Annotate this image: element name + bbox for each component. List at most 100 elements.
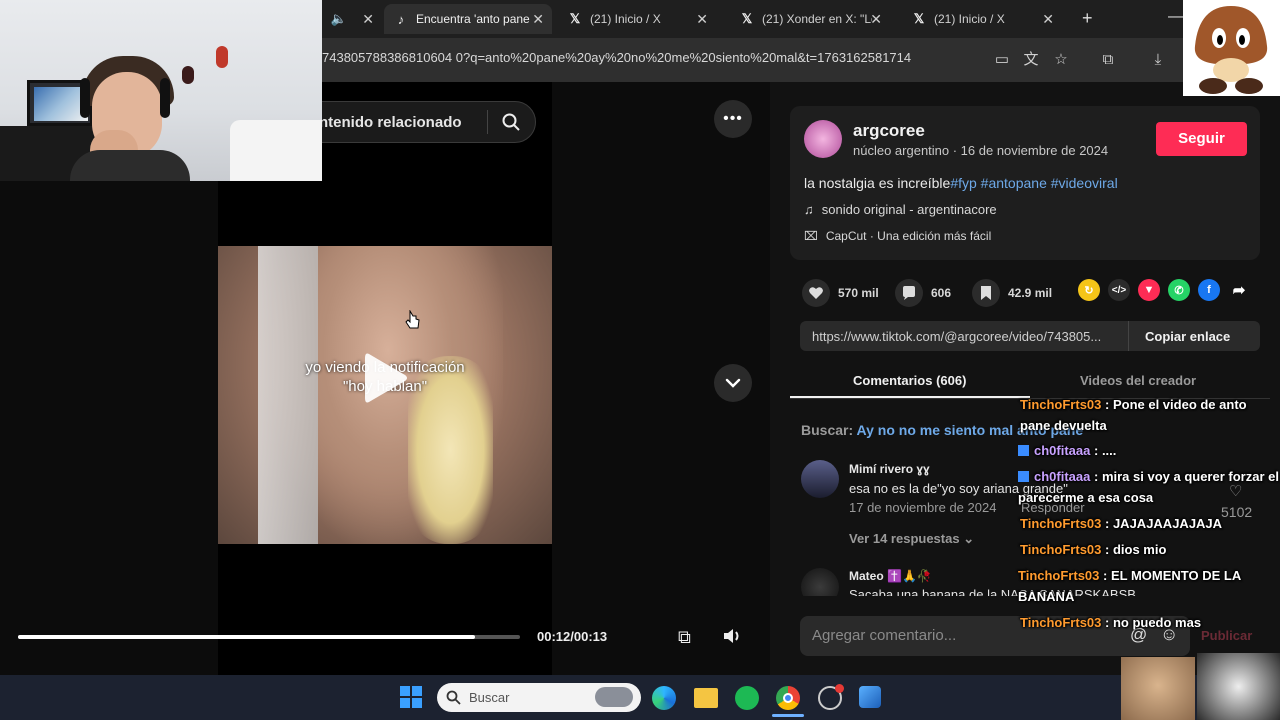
chevron-down-icon: [725, 378, 741, 388]
sound-row[interactable]: ♫ sonido original - argentinacore: [804, 202, 997, 217]
close-icon[interactable]: ✕: [870, 11, 882, 28]
tab-title: (21) Xonder en X: "Lo: [762, 12, 872, 26]
close-icon[interactable]: ✕: [1042, 11, 1054, 28]
likes-count: 570 mil: [838, 286, 879, 300]
tab-title: Encuentra 'anto pane: [416, 12, 530, 26]
post-description: la nostalgia es increíble#fyp #antopane …: [804, 175, 1118, 191]
active-app-indicator: [772, 714, 804, 717]
comment-user[interactable]: Mateo ✝️🙏🥀: [849, 569, 932, 583]
comment-date: 17 de noviembre de 2024: [849, 500, 997, 515]
app-icon[interactable]: [818, 684, 844, 710]
browser-tab-bar: 🔈 ✕ ♪ Encuentra 'anto pane ✕ 𝕏 (21) Inic…: [322, 0, 1280, 38]
avatar[interactable]: [804, 120, 842, 158]
webcam-overlay: [0, 0, 322, 181]
close-icon[interactable]: ✕: [696, 11, 708, 28]
video-frame[interactable]: yo viendo la notificación "hoy hablan": [218, 246, 552, 544]
more-options-button[interactable]: •••: [714, 100, 752, 138]
search-icon[interactable]: [501, 112, 521, 132]
saves-count: 42.9 mil: [1008, 286, 1053, 300]
chat-message: ch0fitaaa : mira si voy a querer forzar …: [1018, 466, 1280, 508]
address-bar: 743805788386810604 0?q=anto%20pane%20ay%…: [322, 38, 1280, 82]
send-icon[interactable]: ▼: [1138, 279, 1160, 301]
browser-tab-tiktok[interactable]: ♪ Encuentra 'anto pane ✕: [384, 4, 552, 34]
heart-icon: [802, 279, 830, 307]
pip-icon[interactable]: ⧉: [678, 627, 691, 648]
comments-stat[interactable]: 606: [895, 279, 951, 307]
headphone-left: [80, 78, 90, 118]
post-subtitle: núcleo argentino · 16 de noviembre de 20…: [853, 143, 1109, 158]
goomba-overlay: [1183, 0, 1280, 96]
sub-badge-icon: [1018, 445, 1029, 456]
repost-icon[interactable]: ↻: [1078, 279, 1100, 301]
tab-comments[interactable]: Comentarios (606): [853, 373, 966, 388]
whatsapp-icon[interactable]: ✆: [1168, 279, 1190, 301]
minimize-button[interactable]: —: [1168, 8, 1184, 26]
view-replies-label: Ver 14 respuestas: [849, 531, 960, 546]
hashtag-fyp[interactable]: #fyp: [950, 175, 976, 191]
install-app-icon[interactable]: ▭: [992, 50, 1012, 70]
embed-icon[interactable]: </>: [1108, 279, 1130, 301]
comment-placeholder: Agregar comentario...: [812, 627, 957, 644]
chrome-icon[interactable]: [776, 686, 800, 710]
facebook-icon[interactable]: f: [1198, 279, 1220, 301]
video-time: 00:12/00:13: [537, 629, 608, 644]
chat-user: ch0fitaaa: [1034, 443, 1091, 458]
tab-title: (21) Inicio / X: [934, 12, 1005, 26]
spotify-icon[interactable]: [735, 686, 759, 710]
share-arrow-icon[interactable]: ➦: [1228, 279, 1250, 301]
post-link[interactable]: https://www.tiktok.com/@argcoree/video/7…: [812, 329, 1101, 344]
close-icon[interactable]: ✕: [362, 11, 374, 28]
translate-icon[interactable]: 文: [1021, 50, 1041, 70]
copy-link-button[interactable]: Copiar enlace: [1145, 329, 1230, 344]
photos-icon[interactable]: [859, 686, 881, 708]
play-icon[interactable]: [363, 350, 409, 406]
wall-decor-red: [216, 46, 228, 68]
sticker-overlay: [1121, 657, 1195, 720]
chat-text: : no puedo mas: [1105, 615, 1202, 630]
bookmark-icon: [972, 279, 1000, 307]
avatar[interactable]: [801, 568, 839, 596]
browser-tab-x-xonder[interactable]: 𝕏 (21) Xonder en X: "Lo ✕: [730, 4, 890, 34]
edge-icon[interactable]: [652, 686, 676, 710]
chat-message: TinchoFrts03 : no puedo mas: [1020, 612, 1278, 633]
browser-tab-audio[interactable]: 🔈 ✕: [322, 4, 380, 34]
post-username[interactable]: argcoree: [853, 121, 925, 141]
capcut-row[interactable]: ⌧ CapCut · Una edición más fácil: [804, 229, 991, 243]
follow-button[interactable]: Seguir: [1156, 122, 1247, 156]
extensions-icon[interactable]: ⧉: [1098, 50, 1118, 70]
download-icon[interactable]: ⤓: [1148, 50, 1168, 70]
likes-stat[interactable]: 570 mil: [802, 279, 879, 307]
volume-icon[interactable]: [722, 626, 742, 646]
divider: [487, 110, 488, 134]
related-search-text: ntenido relacionado: [319, 114, 462, 131]
hashtag-antopane[interactable]: #antopane: [981, 175, 1047, 191]
divider: [1128, 321, 1129, 351]
x-icon: 𝕏: [569, 11, 581, 26]
taskbar-search[interactable]: Buscar: [437, 683, 641, 712]
url-field[interactable]: 743805788386810604 0?q=anto%20pane%20ay%…: [322, 50, 911, 65]
windows-start-icon[interactable]: [400, 686, 422, 708]
close-icon[interactable]: ✕: [532, 11, 544, 28]
tab-creator-videos[interactable]: Videos del creador: [1080, 373, 1196, 388]
star-icon[interactable]: ☆: [1051, 50, 1071, 70]
next-video-button[interactable]: [714, 364, 752, 402]
new-tab-button[interactable]: +: [1082, 8, 1093, 29]
file-explorer-icon[interactable]: [694, 688, 718, 708]
comment-icon: [895, 279, 923, 307]
chat-user: TinchoFrts03: [1020, 516, 1102, 531]
chat-user: TinchoFrts03: [1020, 397, 1102, 412]
chevron-down-icon: ⌄: [963, 531, 975, 546]
saves-stat[interactable]: 42.9 mil: [972, 279, 1052, 307]
headphone-right: [160, 78, 170, 118]
related-search-input[interactable]: ntenido relacionado: [300, 101, 536, 143]
chat-message: TinchoFrts03 : Pone el video de anto pan…: [1020, 394, 1278, 436]
comment-user[interactable]: Mimí rivero ɣɣ: [849, 462, 930, 476]
bed-shape: [230, 120, 322, 181]
browser-tab-x-inicio-2[interactable]: 𝕏 (21) Inicio / X ✕: [902, 4, 1062, 34]
browser-tab-x-inicio[interactable]: 𝕏 (21) Inicio / X ✕: [558, 4, 716, 34]
hashtag-videoviral[interactable]: #videoviral: [1051, 175, 1118, 191]
view-replies[interactable]: Ver 14 respuestas ⌄: [849, 531, 974, 547]
post-info-card: argcoree núcleo argentino · 16 de noviem…: [790, 106, 1260, 260]
avatar[interactable]: [801, 460, 839, 498]
chat-message: TinchoFrts03 : EL MOMENTO DE LA BANANA: [1018, 565, 1268, 607]
